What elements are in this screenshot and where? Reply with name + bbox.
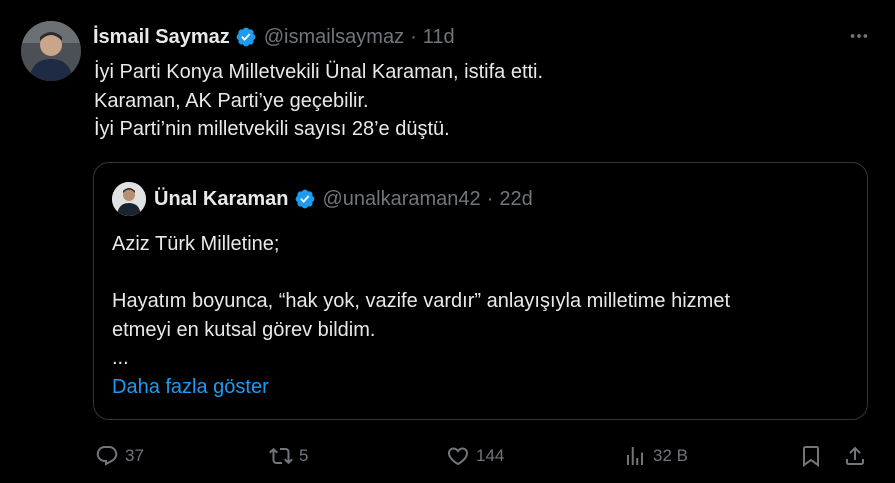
quoted-text-line <box>112 259 730 288</box>
tweet-text: İyi Parti Konya Milletvekili Ünal Karama… <box>94 58 543 144</box>
verified-badge-icon <box>235 26 257 48</box>
share-icon <box>846 446 864 465</box>
repost-count: 5 <box>299 446 309 465</box>
quoted-text-line: Aziz Türk Milletine; <box>112 233 280 255</box>
quoted-text-line: Hayatım boyunca, “hak yok, vazife vardır… <box>112 290 730 312</box>
quoted-tweet[interactable]: Ünal Karaman @unalkaraman42 · 22d Aziz T… <box>93 162 868 420</box>
tweet-header: İsmail Saymaz @ismailsaymaz · 11d <box>93 24 455 50</box>
reply-icon <box>96 446 118 466</box>
views-icon <box>627 447 643 465</box>
author-handle[interactable]: @ismailsaymaz <box>264 26 404 49</box>
verified-badge-icon <box>294 188 316 210</box>
quoted-text-line: etmeyi en kutsal görev bildim. <box>112 318 376 341</box>
author-name[interactable]: İsmail Saymaz <box>93 26 230 49</box>
separator-dot: · <box>486 187 494 210</box>
tweet-text-line: İyi Parti Konya Milletvekili Ünal Karama… <box>94 61 544 83</box>
tweet-actions: 37 5 144 32 B <box>93 440 873 472</box>
more-icon[interactable] <box>846 25 872 47</box>
bookmark-icon <box>803 446 819 467</box>
views-count: 32 B <box>653 446 688 465</box>
author-avatar[interactable] <box>21 21 81 81</box>
tweet-time[interactable]: 11d <box>423 26 455 49</box>
separator-dot: · <box>410 25 417 48</box>
like-button[interactable]: 144 <box>446 440 504 472</box>
reply-count: 37 <box>125 446 144 465</box>
tweet-text-line: İyi Parti’nin milletvekili sayısı 28’e d… <box>94 118 450 140</box>
reply-button[interactable]: 37 <box>95 440 144 472</box>
quoted-author-name: Ünal Karaman <box>154 187 289 210</box>
quoted-author-avatar <box>112 182 146 216</box>
quoted-tweet-time: 22d <box>499 187 533 210</box>
views-button[interactable]: 32 B <box>623 440 688 472</box>
quoted-author-handle: @unalkaraman42 <box>322 187 481 210</box>
like-count: 144 <box>476 446 505 465</box>
share-button[interactable] <box>843 440 873 472</box>
bookmark-button[interactable] <box>799 440 829 472</box>
repost-button[interactable]: 5 <box>269 440 308 472</box>
quoted-tweet-header: Ünal Karaman @unalkaraman42 · 22d <box>112 181 533 217</box>
quoted-text-line: ... <box>112 347 129 369</box>
like-icon <box>447 447 469 466</box>
repost-icon <box>269 447 293 465</box>
tweet-text-line: Karaman, AK Parti’ye geçebilir. <box>94 89 369 112</box>
show-more-link[interactable]: Daha fazla göster <box>112 373 730 402</box>
quoted-tweet-text: Aziz Türk Milletine; Hayatım boyunca, “h… <box>112 230 730 401</box>
